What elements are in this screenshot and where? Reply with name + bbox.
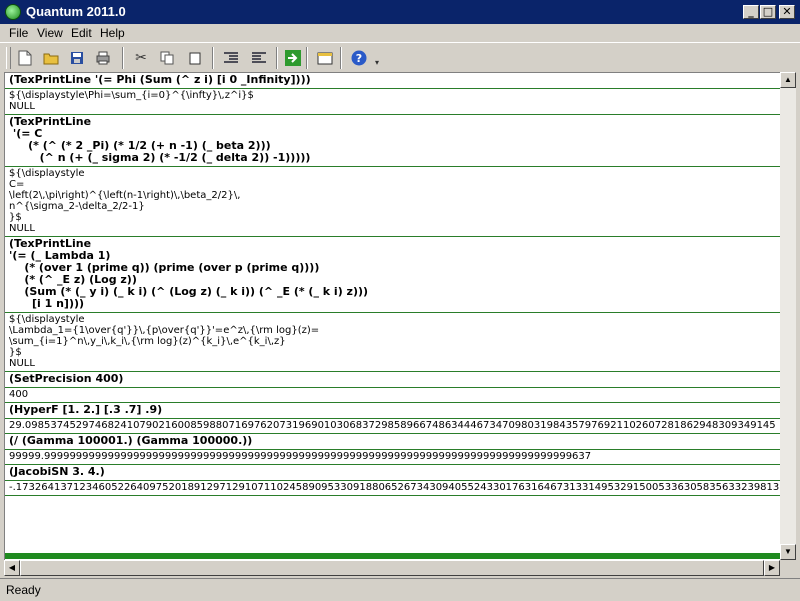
menu-file[interactable]: File: [6, 25, 31, 41]
title-bar: Quantum 2011.0 _ □ ✕: [0, 0, 800, 24]
save-icon[interactable]: [66, 47, 88, 69]
app-icon: [5, 4, 21, 20]
cell-output: 29.0985374529746824107902160085988071697…: [9, 420, 776, 431]
run-icon[interactable]: [282, 47, 304, 69]
notebook-area[interactable]: (TexPrintLine '(= Phi (Sum (^ z i) [i 0 …: [4, 72, 780, 560]
help-icon[interactable]: ?: [348, 47, 370, 69]
scrollbar-corner: [780, 560, 796, 576]
copy-icon[interactable]: [156, 47, 178, 69]
active-cell-bar[interactable]: [5, 553, 780, 559]
new-document-icon[interactable]: [14, 47, 36, 69]
menu-help[interactable]: Help: [97, 25, 128, 41]
scroll-up-button[interactable]: ▲: [780, 72, 796, 88]
status-text: Ready: [6, 583, 41, 597]
cell-input[interactable]: (TexPrintLine '(= C (* (^ (* 2 _Pi) (* 1…: [5, 115, 780, 167]
new-window-icon[interactable]: [314, 47, 336, 69]
scroll-right-button[interactable]: ▶: [764, 560, 780, 576]
cell-input[interactable]: (JacobiSN 3. 4.): [5, 465, 780, 481]
cell: (/ (Gamma 100001.) (Gamma 100000.)) 9999…: [5, 434, 780, 465]
toolbar-overflow-icon[interactable]: ▾: [372, 57, 382, 67]
cell-output: 400: [9, 389, 29, 400]
cell-input[interactable]: (TexPrintLine '(= Phi (Sum (^ z i) [i 0 …: [5, 73, 780, 89]
cell-output: ${\displaystyle \Lambda_1={1\over{q'}}\,…: [9, 314, 320, 369]
paste-icon[interactable]: [184, 47, 206, 69]
scroll-down-button[interactable]: ▼: [780, 544, 796, 560]
cell-output: ${\displaystyle C= \left(2\,\pi\right)^{…: [9, 168, 241, 234]
cell-input[interactable]: (/ (Gamma 100001.) (Gamma 100000.)): [5, 434, 780, 450]
cell: (HyperF [1. 2.] [.3 .7] .9) 29.098537452…: [5, 403, 780, 434]
cell-input[interactable]: (TexPrintLine '(= (_ Lambda 1) (* (over …: [5, 237, 780, 313]
svg-text:?: ?: [356, 52, 362, 65]
maximize-button[interactable]: □: [760, 5, 776, 19]
cell: (SetPrecision 400) 400: [5, 372, 780, 403]
cell-input[interactable]: (SetPrecision 400): [5, 372, 780, 388]
cell: (TexPrintLine '(= C (* (^ (* 2 _Pi) (* 1…: [5, 115, 780, 237]
indent-icon[interactable]: [220, 47, 242, 69]
cell-output: ${\displaystyle\Phi=\sum_{i=0}^{\infty}\…: [9, 90, 254, 112]
open-folder-icon[interactable]: [40, 47, 62, 69]
cell-input[interactable]: (HyperF [1. 2.] [.3 .7] .9): [5, 403, 780, 419]
menu-edit[interactable]: Edit: [68, 25, 95, 41]
outdent-icon[interactable]: [248, 47, 270, 69]
toolbar-grip[interactable]: [6, 47, 11, 69]
cell-output: 99999.9999999999999999999999999999999999…: [9, 451, 592, 462]
minimize-button[interactable]: _: [743, 5, 759, 19]
window-title: Quantum 2011.0: [26, 4, 126, 19]
toolbar: ✂ ? ▾: [0, 42, 800, 72]
scroll-left-button[interactable]: ◀: [4, 560, 20, 576]
status-bar: Ready: [0, 578, 800, 601]
cut-icon[interactable]: ✂: [130, 47, 152, 69]
close-button[interactable]: ✕: [779, 5, 795, 19]
cell-output: -.17326413712346052264097520189129712910…: [9, 482, 780, 493]
horizontal-scroll-thumb[interactable]: [20, 560, 764, 576]
print-icon[interactable]: [92, 47, 114, 69]
menu-bar: File View Edit Help: [0, 24, 800, 42]
menu-view[interactable]: View: [34, 25, 66, 41]
horizontal-scrollbar[interactable]: ◀ ▶: [4, 560, 780, 576]
cell: (TexPrintLine '(= (_ Lambda 1) (* (over …: [5, 237, 780, 372]
cell: (JacobiSN 3. 4.) -.173264137123460522640…: [5, 465, 780, 496]
cell: (TexPrintLine '(= Phi (Sum (^ z i) [i 0 …: [5, 73, 780, 115]
vertical-scrollbar[interactable]: ▲ ▼: [780, 72, 796, 560]
